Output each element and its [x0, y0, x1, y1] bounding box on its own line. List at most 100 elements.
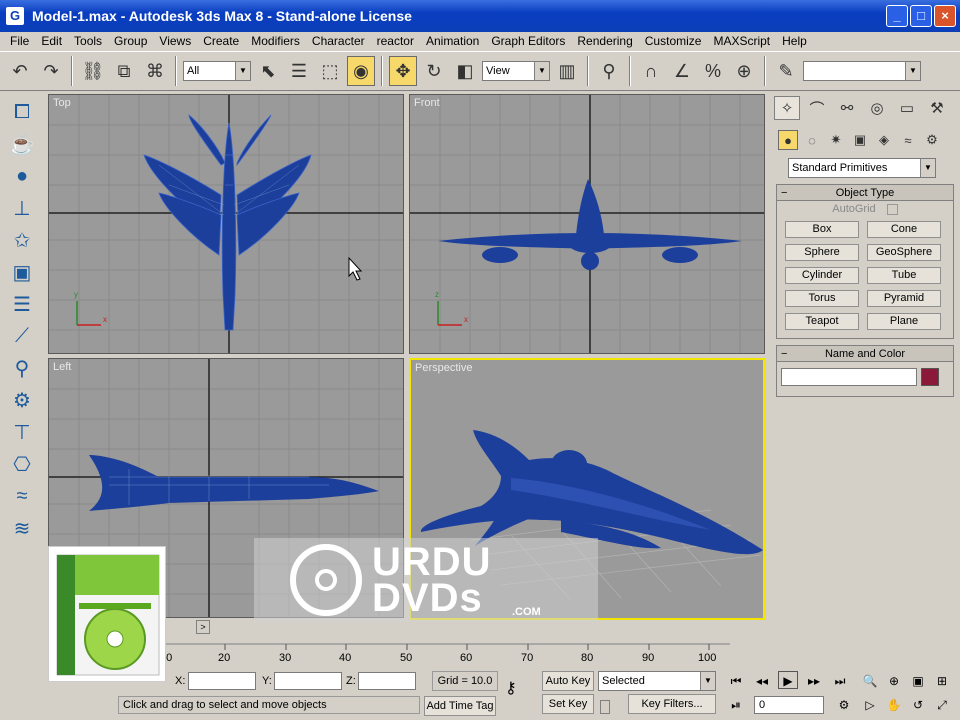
wave-icon[interactable]: ≋ [4, 512, 40, 544]
helper-icon[interactable]: ⊤ [4, 416, 40, 448]
menu-views[interactable]: Views [153, 34, 197, 48]
select-and-rotate-icon[interactable]: ↻ [420, 56, 448, 86]
primitive-category-dropdown[interactable]: Standard Primitives ▼ [788, 158, 936, 178]
snap-3d-icon[interactable]: ∩ [637, 56, 665, 86]
next-frame-icon[interactable]: ▸▸ [804, 672, 824, 690]
menu-graph-editors[interactable]: Graph Editors [485, 34, 571, 48]
arc-rotate-icon[interactable]: ↺ [908, 696, 928, 714]
time-config-icon[interactable]: ⚙ [834, 696, 854, 714]
autogrid-option[interactable]: AutoGrid [777, 201, 953, 217]
window-crossing-icon[interactable]: ◉ [347, 56, 375, 86]
coord-z-input[interactable] [358, 672, 416, 690]
coord-x-input[interactable] [188, 672, 256, 690]
plane-button[interactable]: Plane [867, 313, 941, 330]
create-tab-icon[interactable]: ✧ [774, 96, 800, 120]
selection-filter-dropdown[interactable]: All ▼ [183, 61, 251, 81]
sphere-icon[interactable]: ● [4, 160, 40, 192]
menu-maxscript[interactable]: MAXScript [707, 34, 776, 48]
redo-icon[interactable]: ↷ [37, 56, 65, 86]
pivot-center-icon[interactable]: ▥ [553, 56, 581, 86]
space-warp-icon[interactable]: ≈ [4, 480, 40, 512]
utilities-tab-icon[interactable]: ⚒ [924, 96, 950, 120]
named-selection-dropdown[interactable]: ▼ [803, 61, 921, 81]
app-icon[interactable]: G [6, 7, 24, 25]
menu-character[interactable]: Character [306, 34, 371, 48]
undo-icon[interactable]: ↶ [6, 56, 34, 86]
field-of-view-icon[interactable]: ▷ [860, 696, 880, 714]
shapes-icon[interactable]: ◌ [802, 130, 822, 150]
object-name-input[interactable] [781, 368, 917, 386]
teapot-icon[interactable]: ☕ [4, 128, 40, 160]
reference-coord-dropdown[interactable]: View ▼ [482, 61, 550, 81]
name-color-header[interactable]: − Name and Color [777, 346, 953, 362]
goto-start-icon[interactable]: ⏮ [726, 672, 746, 690]
key-icon[interactable]: ⚷ [505, 678, 517, 698]
object-color-swatch[interactable] [921, 368, 939, 386]
add-time-tag-button[interactable]: Add Time Tag [424, 696, 496, 716]
time-slider-next-icon[interactable]: > [196, 620, 210, 634]
pyramid-button[interactable]: Pyramid [867, 290, 941, 307]
key-mode-dropdown[interactable]: Selected ▼ [598, 671, 716, 691]
select-link-icon[interactable]: ⛓ [79, 56, 107, 86]
zoom-icon[interactable]: 🔍 [860, 672, 880, 690]
cone-button[interactable]: Cone [867, 221, 941, 238]
menu-animation[interactable]: Animation [420, 34, 485, 48]
box-button[interactable]: Box [785, 221, 859, 238]
menu-help[interactable]: Help [776, 34, 813, 48]
torus-button[interactable]: Torus [785, 290, 859, 307]
sphere-button[interactable]: Sphere [785, 244, 859, 261]
auto-key-button[interactable]: Auto Key [542, 671, 594, 691]
select-by-name-icon[interactable]: ☰ [285, 56, 313, 86]
geosphere-button[interactable]: GeoSphere [867, 244, 941, 261]
hierarchy-icon[interactable]: ⧠ [4, 96, 40, 128]
edit-named-selection-icon[interactable]: ✎ [772, 56, 800, 86]
menu-file[interactable]: File [4, 34, 35, 48]
previous-frame-icon[interactable]: ◂◂ [752, 672, 772, 690]
lights-icon[interactable]: ✷ [826, 130, 846, 150]
bind-space-warp-icon[interactable]: ⌘ [141, 56, 169, 86]
unlink-icon[interactable]: ⧉ [110, 56, 138, 86]
space-warps-icon[interactable]: ≈ [898, 130, 918, 150]
zoom-extents-icon[interactable]: ▣ [908, 672, 928, 690]
menu-customize[interactable]: Customize [639, 34, 708, 48]
menu-modifiers[interactable]: Modifiers [245, 34, 306, 48]
viewport-top-label[interactable]: Top [53, 97, 71, 109]
maximize-button[interactable]: □ [910, 5, 932, 27]
coord-y-input[interactable] [274, 672, 342, 690]
zoom-extents-all-icon[interactable]: ⊞ [932, 672, 952, 690]
helpers-icon[interactable]: ◈ [874, 130, 894, 150]
menu-edit[interactable]: Edit [35, 34, 68, 48]
box-icon[interactable]: ▣ [4, 256, 40, 288]
menu-rendering[interactable]: Rendering [571, 34, 638, 48]
camera-icon[interactable]: ⎔ [4, 448, 40, 480]
viewport-left-label[interactable]: Left [53, 361, 71, 373]
teapot-button[interactable]: Teapot [785, 313, 859, 330]
tube-button[interactable]: Tube [867, 267, 941, 284]
maximize-viewport-icon[interactable]: ⤢ [932, 696, 952, 714]
menu-group[interactable]: Group [108, 34, 153, 48]
bone-icon[interactable]: ⟋ [4, 320, 40, 352]
cylinder-icon[interactable]: ☰ [4, 288, 40, 320]
select-and-move-icon[interactable]: ✥ [389, 56, 417, 86]
autogrid-checkbox[interactable] [886, 203, 898, 215]
star-icon[interactable]: ✩ [4, 224, 40, 256]
modify-tab-icon[interactable]: ⌒ [804, 96, 830, 120]
close-button[interactable]: × [934, 5, 956, 27]
zoom-all-icon[interactable]: ⊕ [884, 672, 904, 690]
cylinder-button[interactable]: Cylinder [785, 267, 859, 284]
current-frame-input[interactable]: 0 [754, 696, 824, 714]
cameras-icon[interactable]: ▣ [850, 130, 870, 150]
motion-tab-icon[interactable]: ◎ [864, 96, 890, 120]
select-manipulate-icon[interactable]: ⚲ [595, 56, 623, 86]
display-tab-icon[interactable]: ▭ [894, 96, 920, 120]
geometry-icon[interactable]: ● [778, 130, 798, 150]
minimize-button[interactable]: _ [886, 5, 908, 27]
select-and-scale-icon[interactable]: ◧ [451, 56, 479, 86]
gear-icon[interactable]: ⚙ [4, 384, 40, 416]
menu-create[interactable]: Create [197, 34, 245, 48]
key-mode-toggle-icon[interactable]: ⏯ [726, 696, 746, 714]
rectangular-selection-icon[interactable]: ⬚ [316, 56, 344, 86]
percent-snap-icon[interactable]: % [699, 56, 727, 86]
viewport-front[interactable]: z x Front [409, 94, 765, 354]
menu-tools[interactable]: Tools [68, 34, 108, 48]
